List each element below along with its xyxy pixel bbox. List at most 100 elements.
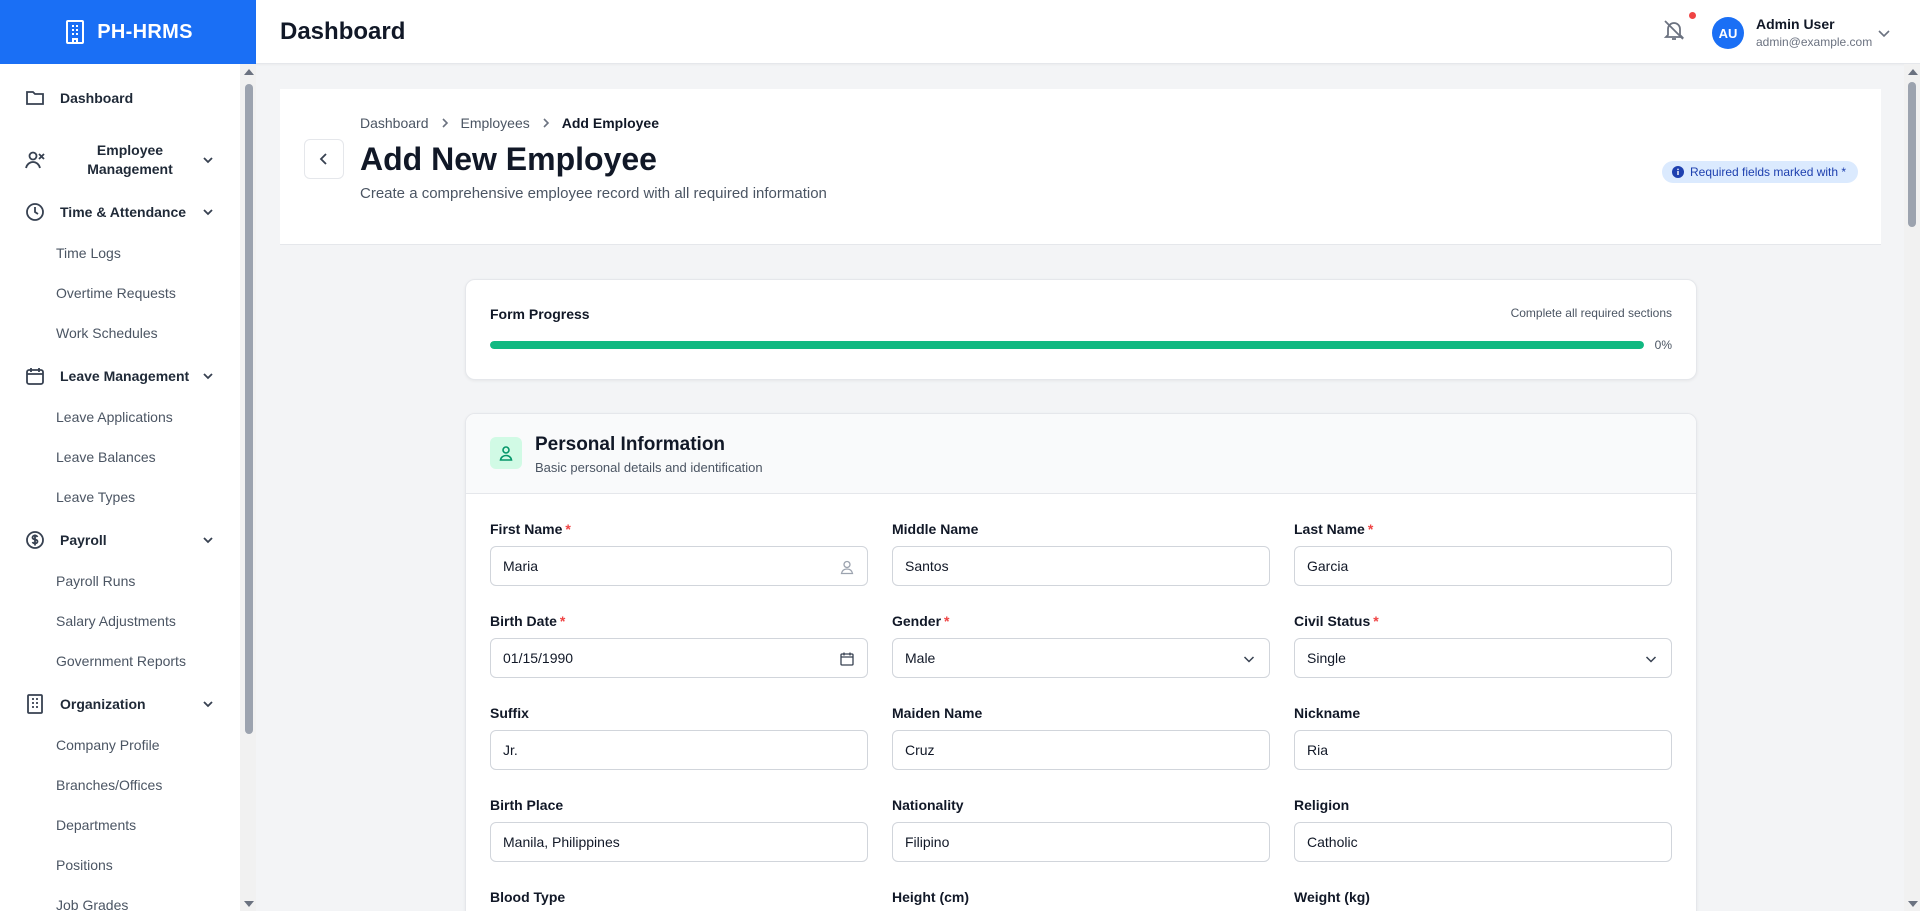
gender-select[interactable]: Male bbox=[892, 638, 1270, 678]
last-name-value: Garcia bbox=[1307, 558, 1349, 574]
sidebar-item-time-logs[interactable]: Time Logs bbox=[56, 245, 121, 261]
building-icon bbox=[24, 693, 46, 715]
birth-place-value: Manila, Philippines bbox=[503, 834, 620, 850]
nationality-label: Nationality bbox=[892, 797, 964, 813]
sidebar-item-leave-applications[interactable]: Leave Applications bbox=[56, 409, 173, 425]
sidebar-item-departments[interactable]: Departments bbox=[56, 817, 136, 833]
back-button[interactable] bbox=[304, 139, 344, 179]
main-scrollbar-thumb[interactable] bbox=[1908, 82, 1916, 227]
sidebar: Dashboard Employee Management Time & Att… bbox=[0, 64, 256, 911]
section-header: Personal Information Basic personal deta… bbox=[466, 414, 1696, 494]
form-progress-card: Form Progress Complete all required sect… bbox=[465, 279, 1697, 380]
suffix-label: Suffix bbox=[490, 705, 529, 721]
blood-type-label: Blood Type bbox=[490, 889, 566, 905]
sidebar-item-job-grades[interactable]: Job Grades bbox=[56, 897, 128, 911]
sidebar-item-leave-management[interactable]: Leave Management bbox=[0, 364, 240, 388]
gender-label: Gender * bbox=[892, 613, 950, 629]
gender-value: Male bbox=[905, 650, 936, 666]
user-email: admin@example.com bbox=[1756, 35, 1873, 49]
bell-icon[interactable] bbox=[1662, 18, 1686, 42]
calendar-icon[interactable] bbox=[839, 651, 855, 667]
nickname-field[interactable]: Ria bbox=[1294, 730, 1672, 770]
page-heading: Dashboard bbox=[280, 18, 406, 45]
sidebar-item-employee-management[interactable]: Employee Management bbox=[0, 140, 240, 180]
civil-status-label: Civil Status * bbox=[1294, 613, 1379, 629]
middle-name-value: Santos bbox=[905, 558, 949, 574]
religion-field[interactable]: Catholic bbox=[1294, 822, 1672, 862]
maiden-name-label: Maiden Name bbox=[892, 705, 983, 721]
sidebar-item-label: Dashboard bbox=[60, 90, 134, 106]
chevron-down-icon bbox=[203, 537, 213, 544]
notification-dot bbox=[1689, 12, 1696, 19]
breadcrumb-current: Add Employee bbox=[561, 115, 660, 131]
birth-place-field[interactable]: Manila, Philippines bbox=[490, 822, 868, 862]
user-icon bbox=[490, 437, 522, 469]
required-fields-badge: Required fields marked with * bbox=[1662, 161, 1859, 183]
maiden-name-field[interactable]: Cruz bbox=[892, 730, 1270, 770]
chevron-down-icon bbox=[203, 701, 213, 708]
breadcrumb-dashboard[interactable]: Dashboard bbox=[360, 115, 429, 131]
page-title: Add New Employee bbox=[360, 141, 657, 177]
scroll-down-icon[interactable] bbox=[244, 901, 254, 907]
first-name-field[interactable]: Maria bbox=[490, 546, 868, 586]
user-icon bbox=[840, 560, 854, 575]
birth-date-label: Birth Date * bbox=[490, 613, 566, 629]
sidebar-item-leave-balances[interactable]: Leave Balances bbox=[56, 449, 156, 465]
civil-status-select[interactable]: Single bbox=[1294, 638, 1672, 678]
middle-name-field[interactable]: Santos bbox=[892, 546, 1270, 586]
dollar-icon bbox=[24, 529, 46, 551]
chevron-down-icon bbox=[1645, 656, 1657, 663]
breadcrumb-employees[interactable]: Employees bbox=[461, 115, 530, 131]
personal-information-card: Personal Information Basic personal deta… bbox=[465, 413, 1697, 911]
calendar-icon bbox=[24, 365, 46, 387]
sidebar-item-leave-types[interactable]: Leave Types bbox=[56, 489, 135, 505]
required-fields-text: Required fields marked with * bbox=[1690, 165, 1847, 179]
section-title: Personal Information bbox=[535, 434, 726, 455]
form-progress-hint: Complete all required sections bbox=[1510, 306, 1672, 320]
chevron-down-icon bbox=[203, 157, 213, 164]
form-progress-title: Form Progress bbox=[490, 306, 590, 322]
sidebar-item-branches-offices[interactable]: Branches/Offices bbox=[56, 777, 162, 793]
birth-date-field[interactable]: 01/15/1990 bbox=[490, 638, 868, 678]
form-progress-bar bbox=[490, 341, 1644, 349]
birth-place-label: Birth Place bbox=[490, 797, 564, 813]
chevron-down-icon bbox=[203, 373, 213, 380]
avatar[interactable]: AU bbox=[1712, 17, 1744, 49]
scroll-up-icon[interactable] bbox=[244, 69, 254, 75]
chevron-down-icon[interactable] bbox=[1876, 25, 1892, 41]
folder-icon bbox=[24, 87, 46, 109]
sidebar-item-time-attendance[interactable]: Time & Attendance bbox=[0, 200, 240, 224]
sidebar-item-dashboard[interactable]: Dashboard bbox=[0, 86, 240, 110]
sidebar-scrollbar-thumb[interactable] bbox=[245, 84, 253, 734]
sidebar-item-government-reports[interactable]: Government Reports bbox=[56, 653, 186, 669]
user-name[interactable]: Admin User bbox=[1756, 16, 1835, 32]
nationality-field[interactable]: Filipino bbox=[892, 822, 1270, 862]
nationality-value: Filipino bbox=[905, 834, 950, 850]
sidebar-item-label: Employee Management bbox=[87, 142, 173, 177]
scroll-down-icon[interactable] bbox=[1908, 901, 1918, 907]
sidebar-item-salary-adjustments[interactable]: Salary Adjustments bbox=[56, 613, 176, 629]
sidebar-item-work-schedules[interactable]: Work Schedules bbox=[56, 325, 158, 341]
civil-status-value: Single bbox=[1307, 650, 1346, 666]
sidebar-item-label: Organization bbox=[60, 696, 146, 712]
sidebar-item-organization[interactable]: Organization bbox=[0, 692, 240, 716]
sidebar-item-overtime-requests[interactable]: Overtime Requests bbox=[56, 285, 176, 301]
suffix-field[interactable]: Jr. bbox=[490, 730, 868, 770]
last-name-field[interactable]: Garcia bbox=[1294, 546, 1672, 586]
breadcrumb: Dashboard Employees Add Employee bbox=[360, 115, 659, 131]
sidebar-item-positions[interactable]: Positions bbox=[56, 857, 113, 873]
scroll-up-icon[interactable] bbox=[1908, 69, 1918, 75]
brand-logo[interactable]: PH-HRMS bbox=[0, 0, 256, 64]
sidebar-item-company-profile[interactable]: Company Profile bbox=[56, 737, 160, 753]
height-label: Height (cm) bbox=[892, 889, 969, 905]
chevron-right-icon bbox=[441, 118, 448, 128]
info-icon bbox=[1672, 166, 1684, 178]
nickname-label: Nickname bbox=[1294, 705, 1361, 721]
chevron-down-icon bbox=[203, 209, 213, 216]
sidebar-item-label: Time & Attendance bbox=[60, 204, 187, 220]
sidebar-item-payroll[interactable]: Payroll bbox=[0, 528, 240, 552]
sidebar-item-payroll-runs[interactable]: Payroll Runs bbox=[56, 573, 135, 589]
sidebar-item-label: Leave Management bbox=[60, 368, 190, 384]
chevron-left-icon bbox=[319, 153, 327, 165]
first-name-value: Maria bbox=[503, 558, 539, 574]
